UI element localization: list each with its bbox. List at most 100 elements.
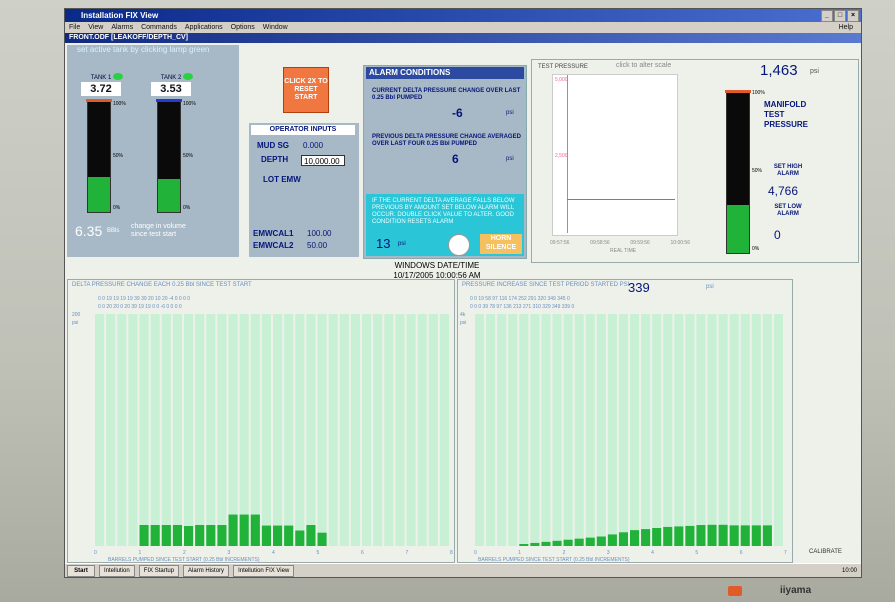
test-pressure-chart[interactable]: 5,000 2,500 xyxy=(552,74,678,236)
menu-commands[interactable]: Commands xyxy=(141,22,177,33)
maximize-button[interactable]: □ xyxy=(834,10,846,22)
bar-background xyxy=(362,314,372,546)
data-bar xyxy=(762,525,772,546)
data-bar xyxy=(161,525,171,546)
bar-background xyxy=(284,314,294,546)
x-tick-label: 0 xyxy=(94,550,97,556)
taskbar-item[interactable]: Intellution xyxy=(99,565,135,577)
tank-1-lamp[interactable] xyxy=(113,73,123,80)
delta-bar-chart xyxy=(95,314,449,546)
x-tick-label: 6 xyxy=(361,550,364,556)
depth-input[interactable]: 10,000.00 xyxy=(301,155,345,166)
tp-x-label: 09:57:56 xyxy=(550,240,570,246)
data-bar xyxy=(273,525,283,546)
menu-file[interactable]: File xyxy=(69,22,80,33)
test-pressure-title: TEST PRESSURE xyxy=(538,64,588,70)
data-bar xyxy=(530,542,540,546)
taskbar-item[interactable]: FIX Startup xyxy=(138,565,180,577)
alter-scale-hint[interactable]: click to alter scale xyxy=(616,62,671,69)
start-button[interactable]: Start xyxy=(67,565,95,577)
volume-change-value: 6.35 xyxy=(75,223,103,239)
data-bar xyxy=(563,539,573,546)
data-bar xyxy=(250,514,260,546)
data-bar xyxy=(596,536,606,546)
bar-background xyxy=(139,314,149,546)
operator-inputs-title: OPERATOR INPUTS xyxy=(251,125,355,135)
data-bar xyxy=(729,525,739,546)
taskbar-item[interactable]: Alarm History xyxy=(183,565,230,577)
calibrate-button[interactable]: CALIBRATE xyxy=(809,549,842,555)
increase-unit: psi xyxy=(460,320,467,326)
low-alarm-label: SET LOW ALARM xyxy=(774,204,802,217)
manifold-tick-50: 50% xyxy=(752,168,763,174)
tank-note: set active tank by clicking lamp green xyxy=(77,45,210,54)
bar-background xyxy=(373,314,383,546)
x-tick-label: 1 xyxy=(518,550,522,556)
close-button[interactable]: × xyxy=(847,10,859,22)
x-tick-label: 2 xyxy=(183,550,186,556)
emwcal2-label: EMWCAL2 xyxy=(253,241,294,250)
low-alarm-value[interactable]: 0 xyxy=(774,228,781,242)
tank-1-tick-50: 50% xyxy=(113,153,124,159)
menu-options[interactable]: Options xyxy=(231,22,255,33)
tp-x-title: REAL TIME xyxy=(610,248,637,254)
previous-delta-unit: psi xyxy=(506,156,514,162)
tp-x-label: 09:59:56 xyxy=(630,240,650,246)
data-bar xyxy=(574,538,584,546)
reset-start-button[interactable]: CLICK 2X TO RESET START xyxy=(283,67,329,113)
data-bar xyxy=(652,527,662,546)
windows-datetime: WINDOWS DATE/TIME 10/17/2005 10:00:56 AM xyxy=(347,261,527,281)
bar-background xyxy=(751,314,761,546)
alarm-indicator-lamp xyxy=(448,234,470,256)
bar-background xyxy=(486,314,496,546)
bar-background xyxy=(106,314,116,546)
data-bar xyxy=(641,529,651,546)
tank-2-tick-0: 0% xyxy=(183,205,191,211)
data-bar xyxy=(685,525,695,546)
tank-1-value: 3.72 xyxy=(81,82,121,96)
bar-background xyxy=(696,314,706,546)
data-bar xyxy=(306,525,316,546)
x-tick-label: 1 xyxy=(138,550,142,556)
menu-applications[interactable]: Applications xyxy=(185,22,223,33)
bar-background xyxy=(306,314,316,546)
bar-background xyxy=(161,314,171,546)
minimize-button[interactable]: _ xyxy=(821,10,833,22)
depth-label: DEPTH xyxy=(261,155,289,164)
menu-help[interactable]: Help xyxy=(839,22,853,33)
tank-2-lamp[interactable] xyxy=(183,73,193,80)
data-bar xyxy=(295,530,305,546)
data-bar xyxy=(751,525,761,546)
bar-background xyxy=(150,314,160,546)
high-alarm-value[interactable]: 4,766 xyxy=(768,184,798,198)
data-bar xyxy=(317,532,327,546)
tp-y-mid: 2,500 xyxy=(555,153,568,159)
bar-background xyxy=(707,314,717,546)
menu-bar: File View Alarms Commands Applications O… xyxy=(65,22,861,33)
x-tick-label: 4 xyxy=(651,550,654,556)
manifold-tick-100: 100% xyxy=(752,90,765,96)
menu-window[interactable]: Window xyxy=(263,22,288,33)
taskbar-item[interactable]: Intellution FIX View xyxy=(233,565,295,577)
current-delta-label: CURRENT DELTA PRESSURE CHANGE OVER LAST … xyxy=(372,88,521,101)
tank-2-tick-100: 100% xyxy=(183,101,196,107)
bar-background xyxy=(184,314,194,546)
bar-background xyxy=(217,314,227,546)
tank-1-tick-0: 0% xyxy=(113,205,121,211)
menu-alarms[interactable]: Alarms xyxy=(111,22,133,33)
data-bar xyxy=(552,540,562,546)
bar-background xyxy=(417,314,427,546)
power-button[interactable] xyxy=(728,586,742,596)
x-tick-label: 8 xyxy=(450,550,453,556)
horn-silence-button[interactable]: HORN SILENCE xyxy=(480,234,522,254)
monitor-brand: iiyama xyxy=(780,585,812,596)
alarm-threshold-value[interactable]: 13 xyxy=(376,236,390,251)
mud-sg-value[interactable]: 0.000 xyxy=(303,141,323,150)
reset-start-label: CLICK 2X TO RESET START xyxy=(284,78,328,101)
tp-trace xyxy=(567,199,675,200)
x-tick-label: 6 xyxy=(739,550,743,556)
tank-panel: set active tank by clicking lamp green T… xyxy=(67,45,239,257)
emwcal1-value[interactable]: 100.00 xyxy=(307,229,331,238)
menu-view[interactable]: View xyxy=(88,22,103,33)
emwcal2-value[interactable]: 50.00 xyxy=(307,241,327,250)
